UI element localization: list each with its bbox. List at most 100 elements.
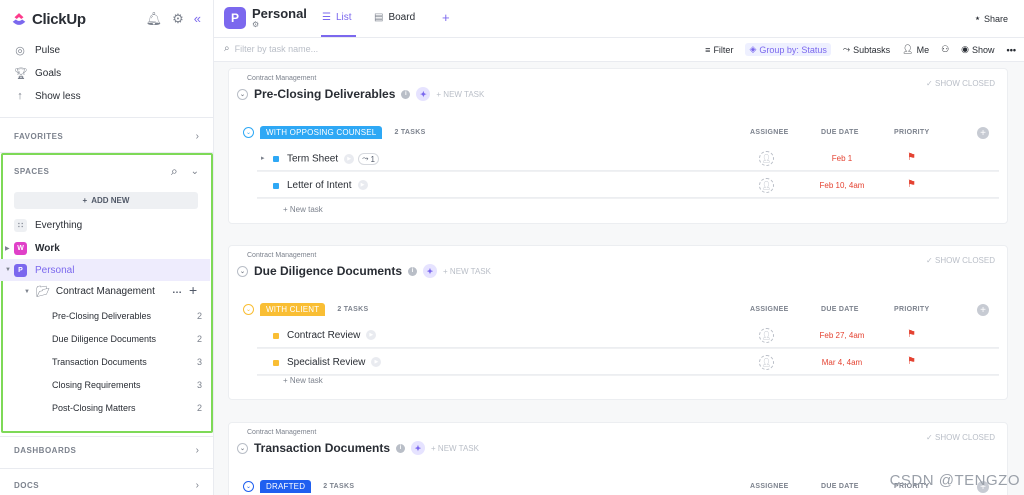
- page-title[interactable]: Personal: [252, 6, 307, 21]
- tab-board[interactable]: ▤ Board: [374, 12, 415, 23]
- table-row[interactable]: Letter of Intent ▶ 👤︎ Feb 10, 4am ⚑: [257, 173, 999, 198]
- add-view-button[interactable]: +: [442, 10, 450, 25]
- table-row[interactable]: Contract Review ▶ 👤︎ Feb 27, 4am ⚑: [257, 323, 999, 348]
- list-title-text[interactable]: Transaction Documents: [254, 441, 390, 455]
- chevron-right-icon[interactable]: ›: [196, 480, 199, 491]
- status-pill[interactable]: WITH CLIENT: [260, 303, 326, 316]
- play-icon[interactable]: ▶: [357, 180, 368, 191]
- chevron-down-icon[interactable]: ⌄: [243, 304, 254, 315]
- column-assignee[interactable]: ASSIGNEE: [750, 129, 789, 136]
- list-item[interactable]: Due Diligence Documents 2: [52, 334, 202, 344]
- new-task-link[interactable]: + NEW TASK: [431, 444, 479, 453]
- space-personal[interactable]: ▼ P Personal: [0, 259, 210, 281]
- column-assignee[interactable]: ASSIGNEE: [750, 306, 789, 313]
- chevron-down-icon[interactable]: ⌄: [191, 166, 199, 177]
- plus-icon[interactable]: +: [189, 282, 197, 298]
- task-name[interactable]: Specialist Review ▶: [287, 357, 382, 368]
- add-column-icon[interactable]: +: [977, 304, 989, 316]
- subtasks-button[interactable]: ⤳ Subtasks: [843, 44, 890, 55]
- nav-goals[interactable]: 🏆︎ Goals: [14, 67, 61, 80]
- assignees-button[interactable]: ⚇: [941, 44, 949, 55]
- assignee-placeholder-icon[interactable]: 👤︎: [759, 178, 774, 193]
- add-task-link[interactable]: + New task: [283, 205, 323, 214]
- chevron-down-icon[interactable]: ⌄: [243, 481, 254, 492]
- chevron-down-icon[interactable]: ⌄: [243, 127, 254, 138]
- column-priority[interactable]: PRIORITY: [894, 306, 929, 313]
- chevron-down-icon[interactable]: ⌄: [237, 442, 248, 454]
- list-item[interactable]: Post-Closing Matters 2: [52, 403, 202, 413]
- list-title-text[interactable]: Due Diligence Documents: [254, 264, 402, 278]
- chevron-down-icon[interactable]: ⌄: [237, 265, 248, 277]
- list-settings-icon[interactable]: ✦: [423, 264, 438, 278]
- status-dot[interactable]: [273, 156, 279, 162]
- task-name[interactable]: Term Sheet ▶ ⤳ 1: [287, 153, 379, 165]
- due-date[interactable]: Feb 27, 4am: [802, 331, 882, 340]
- assignee-placeholder-icon[interactable]: 👤︎: [759, 355, 774, 370]
- list-title-text[interactable]: Pre-Closing Deliverables: [254, 87, 395, 101]
- chevron-right-icon[interactable]: ›: [196, 131, 199, 142]
- play-icon[interactable]: ▶: [366, 330, 377, 341]
- chevron-down-icon[interactable]: ⌄: [237, 88, 248, 100]
- column-assignee[interactable]: ASSIGNEE: [750, 483, 789, 490]
- share-button[interactable]: ⭑ Share: [975, 13, 1008, 24]
- table-row[interactable]: ▸ Term Sheet ▶ ⤳ 1 👤︎ Feb 1 ⚑: [257, 146, 999, 171]
- me-button[interactable]: 👤︎ Me: [902, 44, 929, 55]
- new-task-link[interactable]: + NEW TASK: [436, 90, 484, 99]
- caret-right-icon[interactable]: ▶: [5, 245, 14, 252]
- settings-small-icon[interactable]: ⚙: [252, 20, 259, 29]
- due-date[interactable]: Mar 4, 4am: [802, 358, 882, 367]
- info-icon[interactable]: i: [408, 266, 418, 276]
- show-button[interactable]: ◉ Show: [961, 44, 994, 55]
- caret-right-icon[interactable]: ▸: [261, 154, 265, 162]
- priority-flag-icon[interactable]: ⚑: [907, 152, 916, 163]
- due-date[interactable]: Feb 1: [802, 154, 882, 163]
- column-priority[interactable]: PRIORITY: [894, 129, 929, 136]
- due-date[interactable]: Feb 10, 4am: [802, 181, 882, 190]
- folder-contract-management[interactable]: ▼ 📂︎ Contract Management: [24, 285, 155, 298]
- caret-down-icon[interactable]: ▼: [24, 289, 30, 295]
- nav-pulse[interactable]: ◎ Pulse: [14, 44, 60, 57]
- table-row[interactable]: Specialist Review ▶ 👤︎ Mar 4, 4am ⚑: [257, 350, 999, 375]
- bell-icon[interactable]: 🔔︎: [146, 11, 163, 27]
- assignee-placeholder-icon[interactable]: 👤︎: [759, 151, 774, 166]
- status-dot[interactable]: [273, 360, 279, 366]
- play-icon[interactable]: ▶: [344, 154, 355, 164]
- space-work[interactable]: ▶ W Work: [0, 237, 210, 259]
- info-icon[interactable]: i: [396, 443, 406, 453]
- show-closed-toggle[interactable]: ✓ SHOW CLOSED: [926, 433, 995, 442]
- status-pill[interactable]: WITH OPPOSING COUNSEL: [260, 126, 383, 139]
- column-due-date[interactable]: DUE DATE: [821, 129, 859, 136]
- nav-show-less[interactable]: ↑ Show less: [14, 90, 80, 102]
- priority-flag-icon[interactable]: ⚑: [907, 356, 916, 367]
- clickup-logo[interactable]: ClickUp: [10, 10, 86, 28]
- status-pill[interactable]: DRAFTED: [260, 480, 312, 493]
- list-item[interactable]: Pre-Closing Deliverables 2: [52, 311, 202, 321]
- caret-down-icon[interactable]: ▼: [5, 267, 14, 273]
- show-closed-toggle[interactable]: ✓ SHOW CLOSED: [926, 256, 995, 265]
- favorites-header[interactable]: FAVORITES: [14, 132, 63, 141]
- dashboards-header[interactable]: DASHBOARDS: [14, 446, 76, 455]
- space-everything[interactable]: ∷ Everything: [0, 214, 210, 236]
- priority-flag-icon[interactable]: ⚑: [907, 179, 916, 190]
- add-column-icon[interactable]: +: [977, 127, 989, 139]
- more-options-icon[interactable]: •••: [1007, 45, 1016, 55]
- search-icon[interactable]: ⌕: [171, 164, 178, 179]
- add-new-button[interactable]: + ADD NEW: [14, 192, 198, 209]
- docs-header[interactable]: DOCS: [14, 481, 39, 490]
- show-closed-toggle[interactable]: ✓ SHOW CLOSED: [926, 79, 995, 88]
- group-by-button[interactable]: ◈ Group by: Status: [745, 43, 831, 56]
- add-task-link[interactable]: + New task: [283, 376, 323, 385]
- gear-icon[interactable]: ⚙: [172, 11, 184, 27]
- chevron-right-icon[interactable]: ›: [196, 445, 199, 456]
- assignee-placeholder-icon[interactable]: 👤︎: [759, 328, 774, 343]
- list-item[interactable]: Closing Requirements 3: [52, 380, 202, 390]
- status-dot[interactable]: [273, 183, 279, 189]
- status-dot[interactable]: [273, 333, 279, 339]
- filter-button[interactable]: ≡ Filter: [705, 45, 733, 55]
- more-icon[interactable]: …: [172, 285, 182, 296]
- collapse-sidebar-icon[interactable]: «: [194, 11, 201, 27]
- subtask-badge[interactable]: ⤳ 1: [358, 153, 379, 165]
- column-due-date[interactable]: DUE DATE: [821, 306, 859, 313]
- priority-flag-icon[interactable]: ⚑: [907, 329, 916, 340]
- task-name[interactable]: Contract Review ▶: [287, 330, 377, 341]
